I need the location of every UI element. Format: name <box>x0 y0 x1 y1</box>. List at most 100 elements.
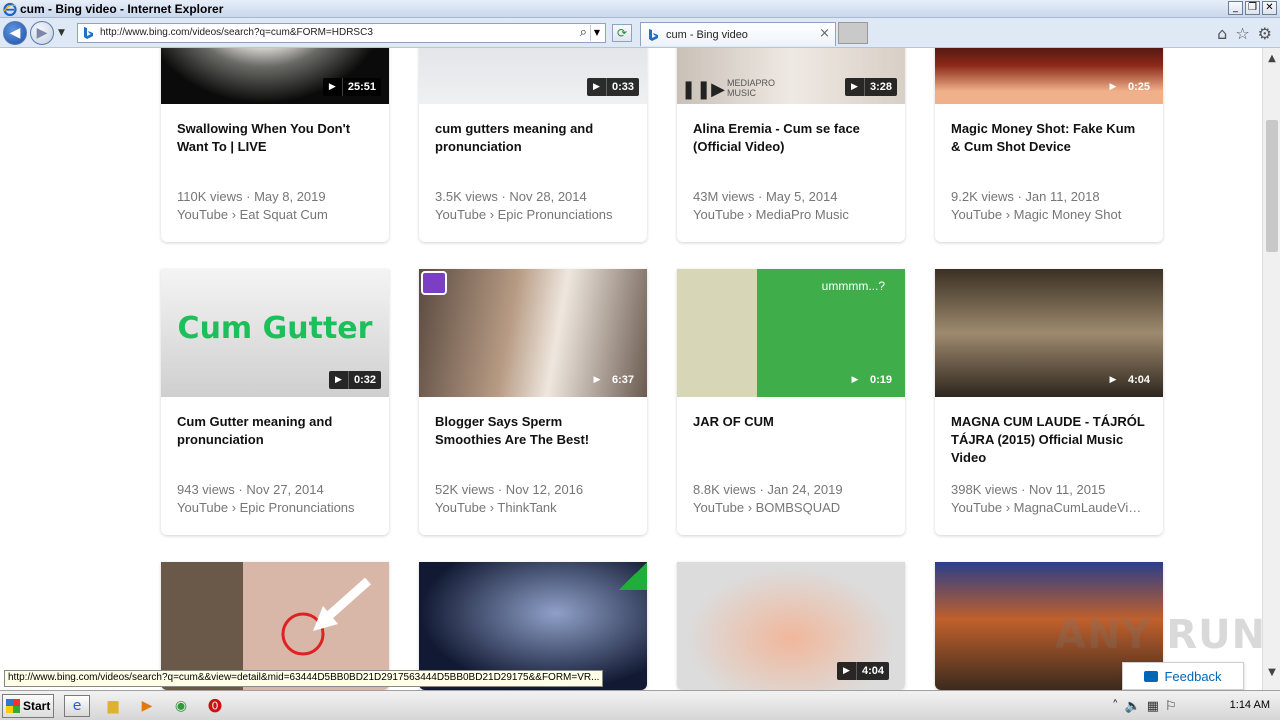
video-source: YouTube › MediaPro Music <box>693 207 849 222</box>
duration-badge: ▶ 0:19 <box>845 371 897 389</box>
taskbar: Start e ▆ ▶ ◉ ⓿ ˄ 🔈 ▦ ⚐ 1:14 AM <box>0 690 1280 720</box>
network-icon[interactable]: ▦ <box>1147 699 1159 714</box>
play-icon: ▶ <box>593 375 601 385</box>
scrollbar-thumb[interactable] <box>1266 120 1278 252</box>
arrow-annotation-icon <box>281 577 371 656</box>
volume-icon[interactable]: 🔈 <box>1125 699 1141 714</box>
video-source: YouTube › MagnaCumLaudeVi… <box>951 500 1142 515</box>
windows-flag-icon <box>6 699 20 713</box>
taskbar-folder-icon[interactable]: ▆ <box>100 695 126 717</box>
forward-arrow-icon: ▶ <box>36 25 48 41</box>
video-thumbnail[interactable]: ▶ 6:37 <box>419 269 647 397</box>
tab-bing-video[interactable]: cum - Bing video × <box>640 22 836 46</box>
play-icon: ▶ <box>323 78 343 96</box>
video-thumbnail[interactable]: ▶ 25:51 <box>161 48 389 104</box>
video-card[interactable]: ummmm...? ▶ 0:19 JAR OF CUM 8.8K views · … <box>677 269 905 535</box>
refresh-icon: ⟳ <box>616 26 628 40</box>
bing-tab-icon <box>649 29 658 41</box>
video-card[interactable]: ▶ 25:51 Swallowing When You Don't Want To… <box>161 48 389 242</box>
recent-pages-dropdown-icon[interactable]: ▼ <box>58 28 65 38</box>
toolbar-icons: ⌂ ☆ ⚙ <box>1217 24 1272 43</box>
address-url[interactable]: http://www.bing.com/videos/search?q=cum&… <box>100 27 373 38</box>
duration-badge: ▶ 4:04 <box>1103 371 1155 389</box>
scroll-up-icon[interactable]: ▲ <box>1263 50 1280 68</box>
close-window-button[interactable]: ✕ <box>1262 1 1277 15</box>
address-dropdown-icon[interactable]: ▼ <box>590 25 603 41</box>
bing-icon <box>84 27 93 39</box>
address-bar[interactable]: http://www.bing.com/videos/search?q=cum&… <box>77 23 606 43</box>
play-icon: ▶ <box>587 78 607 96</box>
video-title[interactable]: Magic Money Shot: Fake Kum & Cum Shot De… <box>951 120 1147 176</box>
video-title[interactable]: cum gutters meaning and pronunciation <box>435 120 631 176</box>
brain-logo-icon <box>421 271 447 295</box>
video-card[interactable]: ▶ 4:04 <box>677 562 905 690</box>
status-url-tooltip: http://www.bing.com/videos/search?q=cum&… <box>4 670 604 687</box>
video-thumbnail[interactable]: ❚❚▶ MEDIAPRO MUSIC ▶ 3:28 <box>677 48 905 104</box>
forward-button[interactable]: ▶ <box>30 21 54 45</box>
video-title[interactable]: Cum Gutter meaning and pronunciation <box>177 413 373 469</box>
start-label: Start <box>23 699 51 713</box>
video-source: YouTube › Epic Pronunciations <box>177 500 355 515</box>
video-title[interactable]: Blogger Says Sperm Smoothies Are The Bes… <box>435 413 631 469</box>
taskbar-opera-icon[interactable]: ⓿ <box>202 695 228 717</box>
vertical-scrollbar[interactable]: ▲ ▼ <box>1262 48 1280 690</box>
video-views-date: 43M views · May 5, 2014 <box>693 189 838 204</box>
taskbar-internet-explorer-icon[interactable]: e <box>64 695 90 717</box>
video-thumbnail[interactable]: ummmm...? ▶ 0:19 <box>677 269 905 397</box>
thumbnail-title-text: Cum Gutter <box>177 311 373 346</box>
video-card[interactable]: ▶ 6:37 Blogger Says Sperm Smoothies Are T… <box>419 269 647 535</box>
video-title[interactable]: Alina Eremia - Cum se face (Official Vid… <box>693 120 889 176</box>
search-icon[interactable]: ⌕ <box>580 25 587 40</box>
video-source: YouTube › Epic Pronunciations <box>435 207 613 222</box>
video-views-date: 110K views · May 8, 2019 <box>177 189 326 204</box>
video-views-date: 52K views · Nov 12, 2016 <box>435 482 584 497</box>
taskbar-clock[interactable]: 1:14 AM <box>1230 699 1270 711</box>
video-thumbnail[interactable]: ▶ 0:25 <box>935 48 1163 104</box>
action-center-flag-icon[interactable]: ⚐ <box>1165 699 1177 714</box>
new-tab-button[interactable] <box>838 22 868 44</box>
video-views-date: 8.8K views · Jan 24, 2019 <box>693 482 843 497</box>
video-card[interactable]: ▶ 4:04 MAGNA CUM LAUDE - TÁJRÓL TÁJRA (20… <box>935 269 1163 535</box>
refresh-button[interactable]: ⟳ <box>612 24 632 42</box>
taskbar-chrome-icon[interactable]: ◉ <box>168 695 194 717</box>
window-controls: _ ❐ ✕ <box>1228 1 1277 15</box>
duration-badge: ▶ 25:51 <box>322 78 381 96</box>
start-button[interactable]: Start <box>2 694 54 718</box>
corner-ribbon-icon <box>619 562 647 590</box>
feedback-button[interactable]: Feedback <box>1122 662 1244 690</box>
video-card[interactable]: ▶ 0:33 cum gutters meaning and pronunciat… <box>419 48 647 242</box>
video-title[interactable]: JAR OF CUM <box>693 413 889 469</box>
video-card[interactable]: ▶ 0:25 Magic Money Shot: Fake Kum & Cum S… <box>935 48 1163 242</box>
favorites-star-icon[interactable]: ☆ <box>1235 24 1249 43</box>
video-thumbnail[interactable]: ▶ 4:04 <box>935 269 1163 397</box>
video-source: YouTube › Magic Money Shot <box>951 207 1122 222</box>
duration-badge: ▶ 0:33 <box>586 78 639 96</box>
video-title[interactable]: Swallowing When You Don't Want To | LIVE <box>177 120 373 176</box>
duration-badge: ▶ 0:25 <box>1103 78 1155 96</box>
play-icon: ▶ <box>851 375 859 385</box>
duration-badge: ▶ 0:32 <box>328 371 381 389</box>
video-views-date: 9.2K views · Jan 11, 2018 <box>951 189 1100 204</box>
internet-explorer-icon <box>3 2 17 16</box>
tray-expand-icon[interactable]: ˄ <box>1112 699 1119 714</box>
video-source: YouTube › Eat Squat Cum <box>177 207 328 222</box>
home-icon[interactable]: ⌂ <box>1217 24 1227 43</box>
taskbar-media-player-icon[interactable]: ▶ <box>134 695 160 717</box>
pause-icon: ❚❚▶ <box>681 79 726 100</box>
duration-badge: ▶ 6:37 <box>587 371 639 389</box>
video-thumbnail[interactable]: ▶ 4:04 <box>677 562 905 690</box>
video-card[interactable]: ❚❚▶ MEDIAPRO MUSIC ▶ 3:28 Alina Eremia - … <box>677 48 905 242</box>
close-tab-icon[interactable]: × <box>819 26 830 41</box>
minimize-button[interactable]: _ <box>1228 1 1243 15</box>
video-thumbnail[interactable]: ▶ 0:33 <box>419 48 647 104</box>
settings-gear-icon[interactable]: ⚙ <box>1258 24 1272 43</box>
video-views-date: 3.5K views · Nov 28, 2014 <box>435 189 587 204</box>
back-button[interactable]: ◀ <box>3 21 27 45</box>
duration-badge: ▶ 4:04 <box>837 662 890 680</box>
video-title[interactable]: MAGNA CUM LAUDE - TÁJRÓL TÁJRA (2015) Of… <box>951 413 1147 469</box>
restore-button[interactable]: ❐ <box>1245 1 1260 15</box>
scroll-down-icon[interactable]: ▼ <box>1263 664 1280 682</box>
play-icon: ▶ <box>837 662 857 680</box>
video-card[interactable]: Cum Gutter ▶ 0:32 Cum Gutter meaning and … <box>161 269 389 535</box>
video-thumbnail[interactable]: Cum Gutter ▶ 0:32 <box>161 269 389 397</box>
